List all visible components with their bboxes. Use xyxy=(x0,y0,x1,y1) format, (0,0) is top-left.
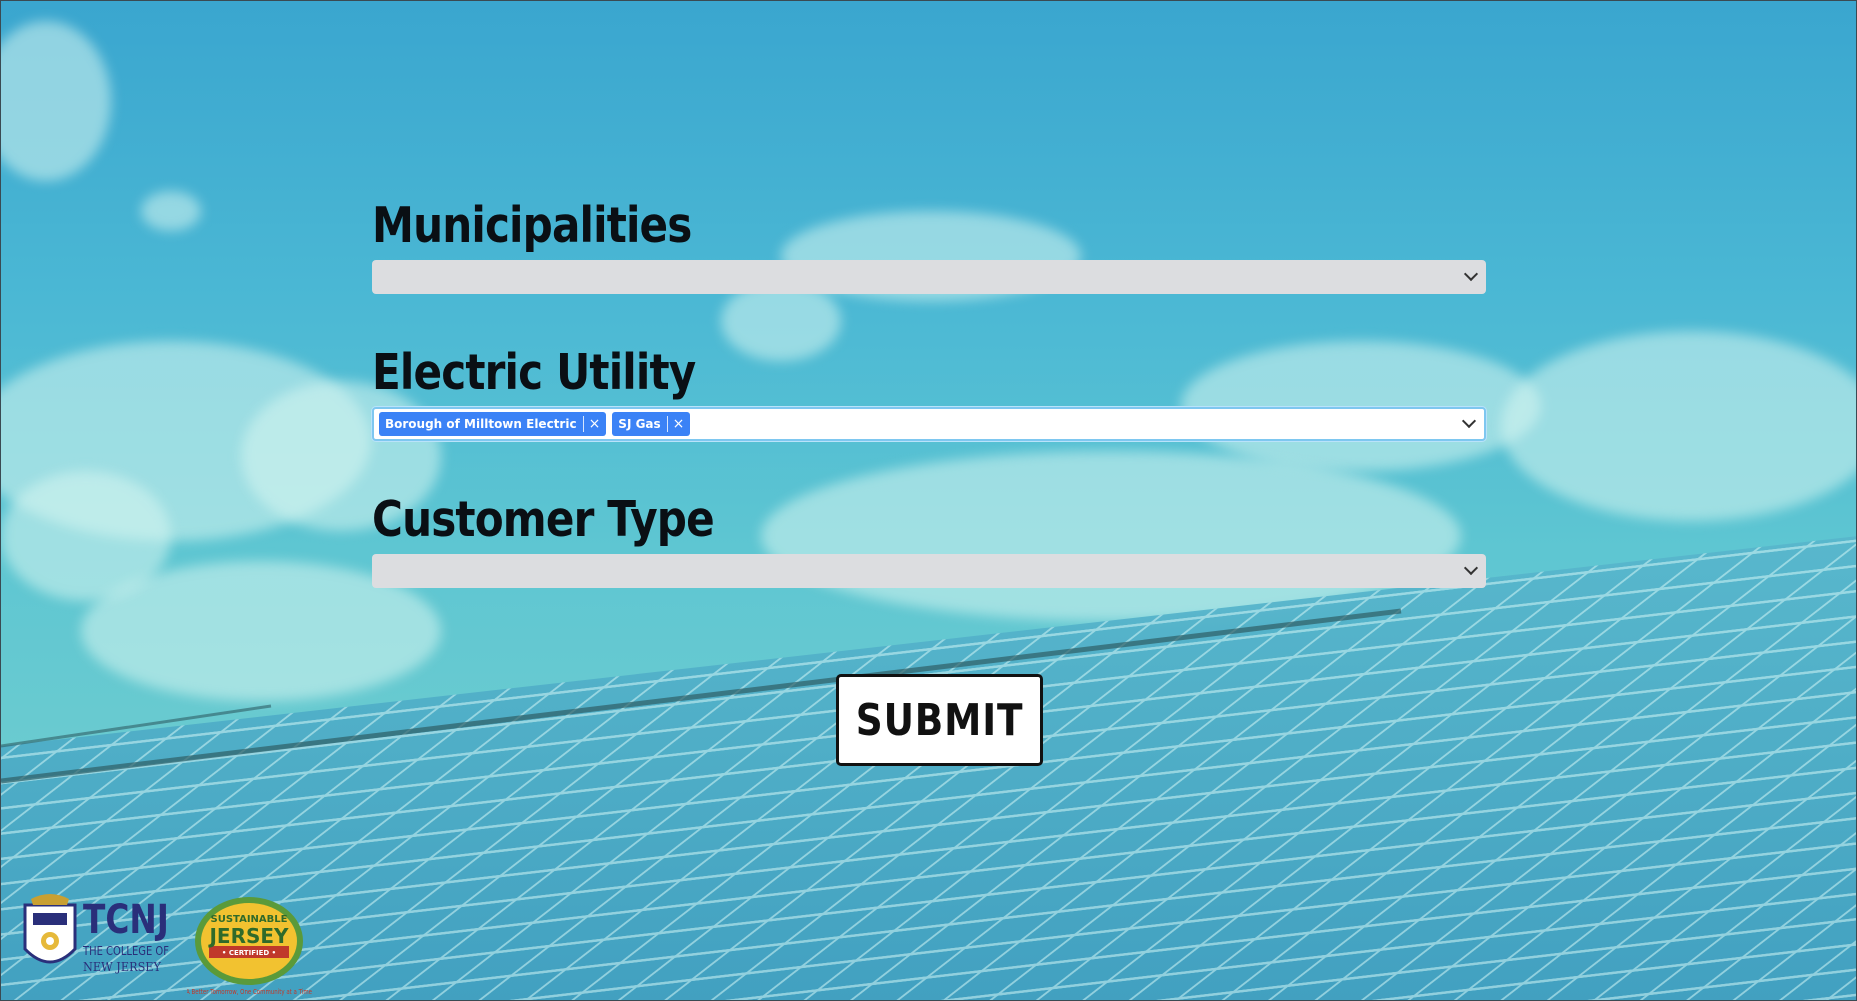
electric-utility-select[interactable]: Borough of Milltown Electric × SJ Gas × xyxy=(372,407,1486,441)
customer-type-label: Customer Type xyxy=(372,491,715,548)
filter-form: Municipalities Electric Utility Borough … xyxy=(372,201,1486,588)
page-background: Municipalities Electric Utility Borough … xyxy=(0,0,1857,1001)
tag-label: SJ Gas xyxy=(618,417,661,431)
submit-label: SUBMIT xyxy=(855,694,1024,746)
remove-tag-icon[interactable]: × xyxy=(584,416,607,432)
selected-tag: Borough of Milltown Electric × xyxy=(379,412,607,436)
selected-tag: SJ Gas × xyxy=(612,412,691,436)
svg-text:TCNJ: TCNJ xyxy=(83,897,169,943)
tcnj-seal-icon xyxy=(23,894,77,964)
municipalities-label: Municipalities xyxy=(372,197,692,254)
chevron-down-icon[interactable] xyxy=(1463,266,1479,282)
svg-text:JERSEY: JERSEY xyxy=(207,924,289,948)
svg-text:A Better Tomorrow, One Communi: A Better Tomorrow, One Community at a Ti… xyxy=(187,988,312,996)
municipalities-select[interactable] xyxy=(372,260,1486,294)
chevron-down-icon[interactable] xyxy=(1461,413,1477,429)
svg-text:THE COLLEGE OF: THE COLLEGE OF xyxy=(82,944,169,958)
submit-button[interactable]: SUBMIT xyxy=(836,674,1043,766)
svg-text:• CERTIFIED •: • CERTIFIED • xyxy=(222,949,276,957)
customer-type-select[interactable] xyxy=(372,554,1486,588)
tcnj-logo: TCNJ THE COLLEGE OF NEW JERSEY xyxy=(23,894,169,974)
tag-label: Borough of Milltown Electric xyxy=(385,417,577,431)
remove-tag-icon[interactable]: × xyxy=(668,416,691,432)
sustainable-jersey-logo: SUSTAINABLE JERSEY • CERTIFIED • A Bette… xyxy=(187,897,312,996)
svg-text:NEW JERSEY: NEW JERSEY xyxy=(83,960,162,974)
chevron-down-icon[interactable] xyxy=(1463,560,1479,576)
electric-utility-label: Electric Utility xyxy=(372,344,696,401)
